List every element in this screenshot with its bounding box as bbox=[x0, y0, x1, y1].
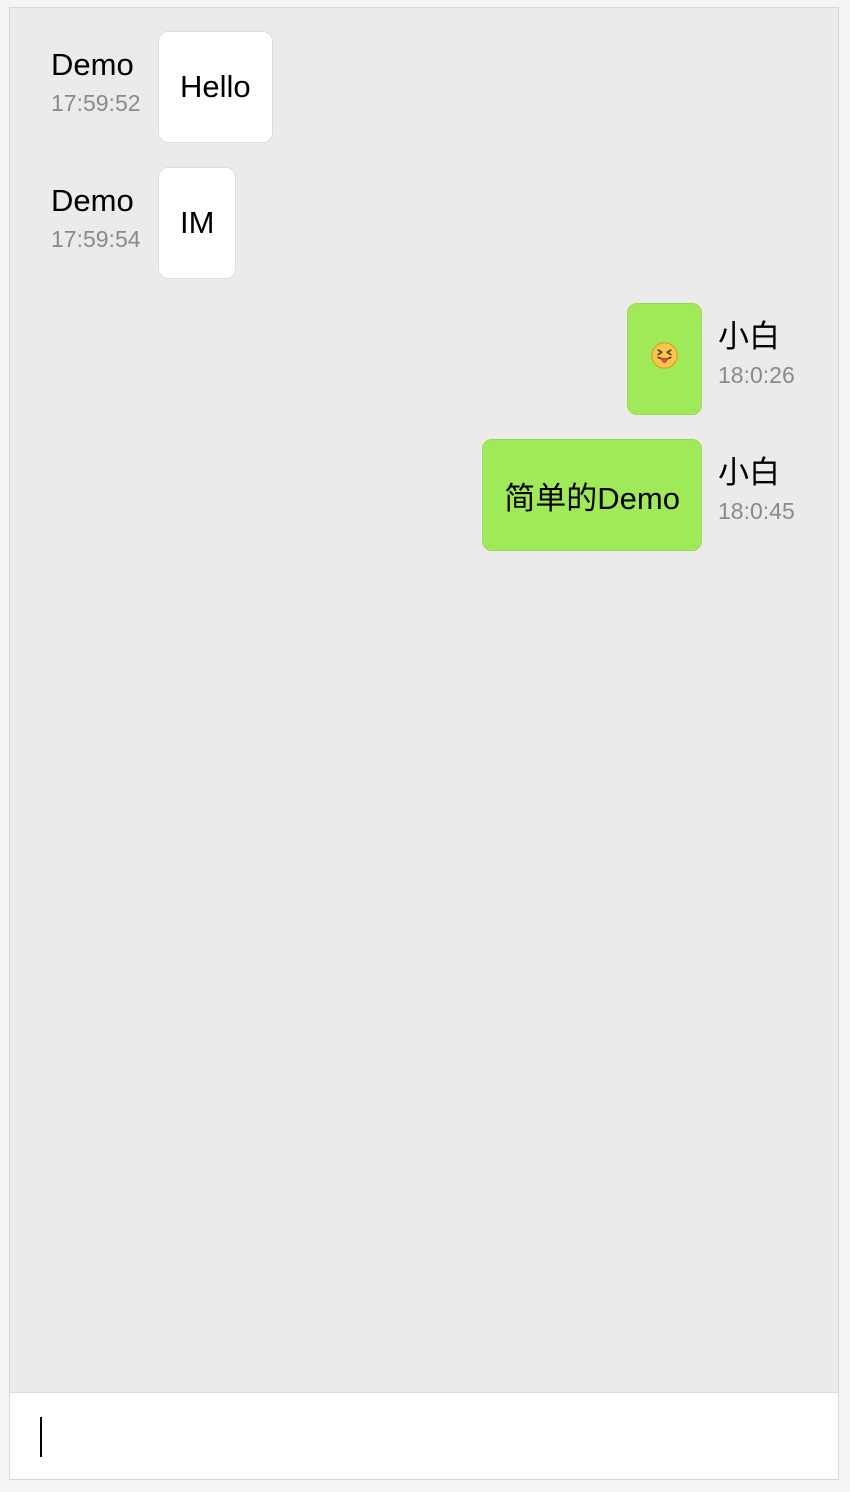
message-time: 18:0:45 bbox=[718, 498, 795, 524]
message-meta: 小白 18:0:26 bbox=[718, 303, 798, 389]
message-item: Demo 17:59:52 Hello bbox=[51, 31, 273, 143]
message-meta: 小白 18:0:45 bbox=[718, 439, 798, 525]
message-bubble: IM bbox=[158, 167, 237, 279]
message-item: Demo 17:59:54 IM bbox=[51, 167, 237, 279]
message-meta: Demo 17:59:52 bbox=[51, 31, 157, 117]
message-time: 18:0:26 bbox=[718, 362, 795, 388]
message-time: 17:59:52 bbox=[51, 90, 141, 116]
message-bubble bbox=[627, 303, 702, 415]
squinting-face-with-tongue-icon bbox=[650, 341, 679, 378]
sender-name: 小白 bbox=[718, 455, 780, 490]
message-list[interactable]: Demo 17:59:52 Hello Demo 17:59:54 IM 小白 … bbox=[10, 8, 838, 1392]
message-bubble: 简单的Demo bbox=[482, 439, 702, 551]
sender-name: Demo bbox=[51, 47, 134, 82]
message-time: 17:59:54 bbox=[51, 226, 141, 252]
sender-name: 小白 bbox=[718, 319, 780, 354]
chat-window: Demo 17:59:52 Hello Demo 17:59:54 IM 小白 … bbox=[9, 7, 839, 1480]
message-input[interactable] bbox=[10, 1393, 838, 1479]
sender-name: Demo bbox=[51, 183, 134, 218]
message-meta: Demo 17:59:54 bbox=[51, 167, 157, 253]
message-item: 简单的Demo 小白 18:0:45 bbox=[482, 439, 798, 551]
text-cursor bbox=[40, 1417, 42, 1457]
message-composer bbox=[10, 1392, 838, 1479]
message-bubble: Hello bbox=[158, 31, 273, 143]
message-item: 小白 18:0:26 bbox=[627, 303, 798, 415]
